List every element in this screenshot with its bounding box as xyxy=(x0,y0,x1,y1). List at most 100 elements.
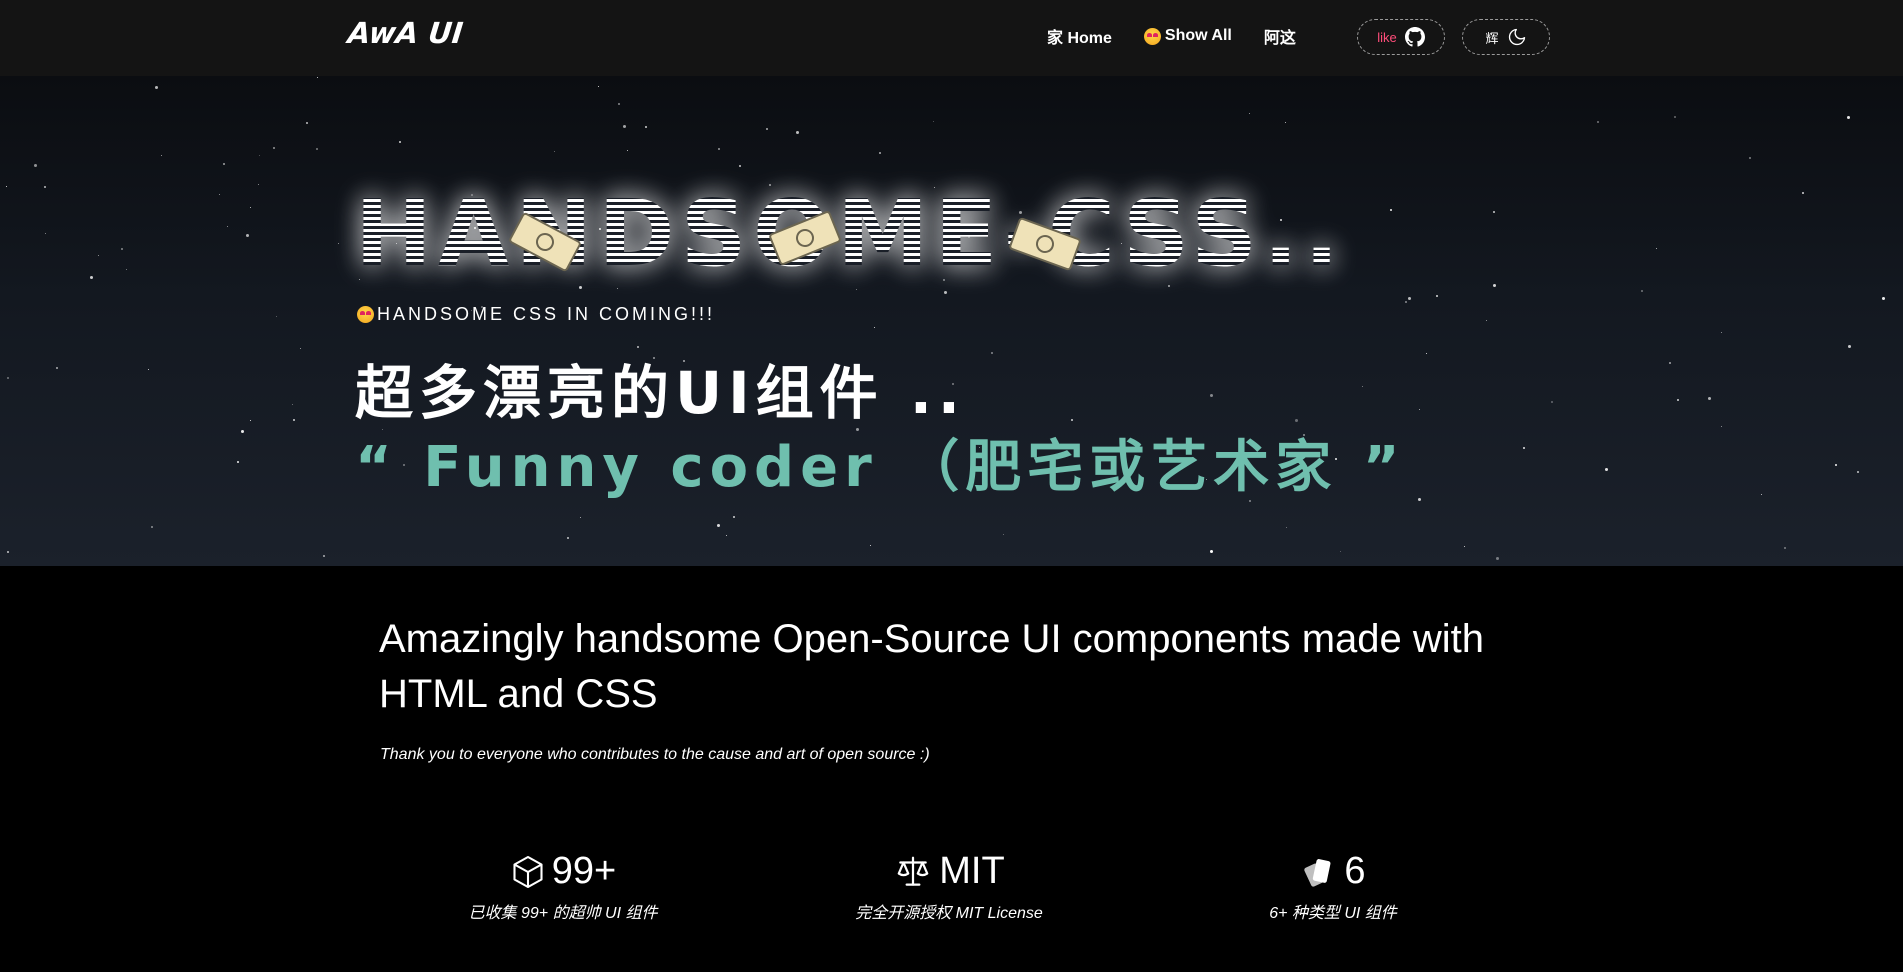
hero-chinese-title: 超多漂亮的UI组件 .. xyxy=(355,359,966,427)
star-dot xyxy=(258,184,259,185)
stat-value: MIT xyxy=(939,850,1005,892)
star-dot xyxy=(1486,320,1487,321)
nav-show-all-link[interactable]: Show All xyxy=(1143,24,1232,48)
star-dot xyxy=(618,103,620,105)
star-dot xyxy=(580,517,581,518)
star-dot xyxy=(250,207,251,208)
star-dot xyxy=(1210,550,1213,553)
star-dot xyxy=(237,461,239,463)
star-dot xyxy=(250,420,251,421)
money-bill-icon xyxy=(1009,217,1081,271)
star-dot xyxy=(766,128,768,130)
star-dot xyxy=(1641,290,1643,292)
nav-azhe-link[interactable]: 阿这 xyxy=(1264,24,1296,48)
star-dot xyxy=(874,327,875,328)
star-dot xyxy=(98,255,99,256)
star-dot xyxy=(1669,362,1671,364)
star-dot xyxy=(246,234,249,237)
star-dot xyxy=(856,289,857,290)
heart-eyes-emoji-icon xyxy=(1143,27,1161,45)
star-dot xyxy=(617,288,618,289)
nav-home-link[interactable]: 家 Home xyxy=(1047,24,1112,48)
star-dot xyxy=(1857,471,1859,473)
star-dot xyxy=(718,148,720,150)
github-icon xyxy=(1404,27,1425,47)
star-dot xyxy=(1286,527,1287,528)
scale-icon xyxy=(897,856,929,886)
cards-icon xyxy=(1304,858,1331,887)
star-dot xyxy=(148,369,149,370)
theme-label: 辉 xyxy=(1485,31,1499,47)
star-dot xyxy=(1708,397,1711,400)
star-dot xyxy=(223,163,225,165)
star-dot xyxy=(151,526,153,528)
like-label: like xyxy=(1377,29,1397,45)
star-dot xyxy=(1285,122,1286,123)
hero-subtag-text: HANDSOME CSS IN COMING!!! xyxy=(377,304,716,324)
star-dot xyxy=(1761,494,1762,495)
star-dot xyxy=(879,152,881,154)
star-dot xyxy=(1071,419,1073,421)
star-dot xyxy=(870,545,871,546)
star-dot xyxy=(306,122,308,124)
star-dot xyxy=(241,430,244,433)
nav-azhe-label: 阿这 xyxy=(1263,30,1296,47)
stat-label: 6+ 种类型 UI 组件 xyxy=(1269,905,1397,922)
star-dot xyxy=(126,269,127,270)
star-dot xyxy=(1802,192,1804,194)
star-dot xyxy=(1426,353,1427,354)
star-dot xyxy=(7,377,9,379)
star-dot xyxy=(1493,211,1495,213)
star-dot xyxy=(227,226,228,227)
star-dot xyxy=(944,291,947,294)
github-like-button[interactable]: like xyxy=(1357,19,1445,55)
stat-value: 6 xyxy=(1344,850,1366,892)
star-dot xyxy=(1677,399,1679,401)
cube-icon xyxy=(513,855,543,888)
star-dot xyxy=(1436,295,1438,297)
star-dot xyxy=(300,348,301,349)
heart-eyes-emoji-icon xyxy=(357,306,374,323)
star-dot xyxy=(1674,116,1676,118)
star-dot xyxy=(554,151,555,152)
star-dot xyxy=(292,404,293,405)
star-dot xyxy=(34,164,37,167)
star-dot xyxy=(90,276,93,279)
hero-title: HANDSOME-CSS.. xyxy=(355,180,1346,287)
money-bill-icon xyxy=(509,212,581,272)
main-heading: Amazingly handsome Open-Source UI compon… xyxy=(379,617,1484,716)
site-logo[interactable]: AwA UI xyxy=(346,16,464,50)
star-dot xyxy=(338,243,339,244)
star-dot xyxy=(316,148,318,150)
star-dot xyxy=(1784,547,1786,549)
star-dot xyxy=(1249,113,1250,114)
theme-toggle-button[interactable]: 辉 xyxy=(1462,19,1550,55)
star-dot xyxy=(44,186,46,188)
star-dot xyxy=(161,155,162,156)
stat-label: 完全开源授权 MIT License xyxy=(855,905,1043,922)
star-dot xyxy=(323,555,325,557)
star-dot xyxy=(1418,498,1421,501)
star-dot xyxy=(399,141,401,143)
star-dot xyxy=(273,147,275,149)
star-dot xyxy=(1882,297,1885,300)
star-dot xyxy=(276,316,277,317)
star-dot xyxy=(155,86,158,89)
star-dot xyxy=(1362,386,1363,387)
stat-types: 6 6+ 种类型 UI 组件 xyxy=(1168,850,1498,923)
star-dot xyxy=(1835,464,1837,466)
star-dot xyxy=(6,186,7,187)
star-dot xyxy=(1419,409,1420,410)
star-dot xyxy=(623,125,626,128)
star-dot xyxy=(1656,248,1657,249)
star-dot xyxy=(645,126,647,128)
star-dot xyxy=(1551,401,1553,403)
star-dot xyxy=(45,233,46,234)
nav-home-label: 家 Home xyxy=(1047,30,1112,47)
star-dot xyxy=(1464,546,1465,547)
star-dot xyxy=(1003,534,1004,535)
star-dot xyxy=(717,524,720,527)
star-dot xyxy=(1405,301,1407,303)
star-dot xyxy=(1721,332,1722,333)
moon-icon xyxy=(1508,28,1525,46)
